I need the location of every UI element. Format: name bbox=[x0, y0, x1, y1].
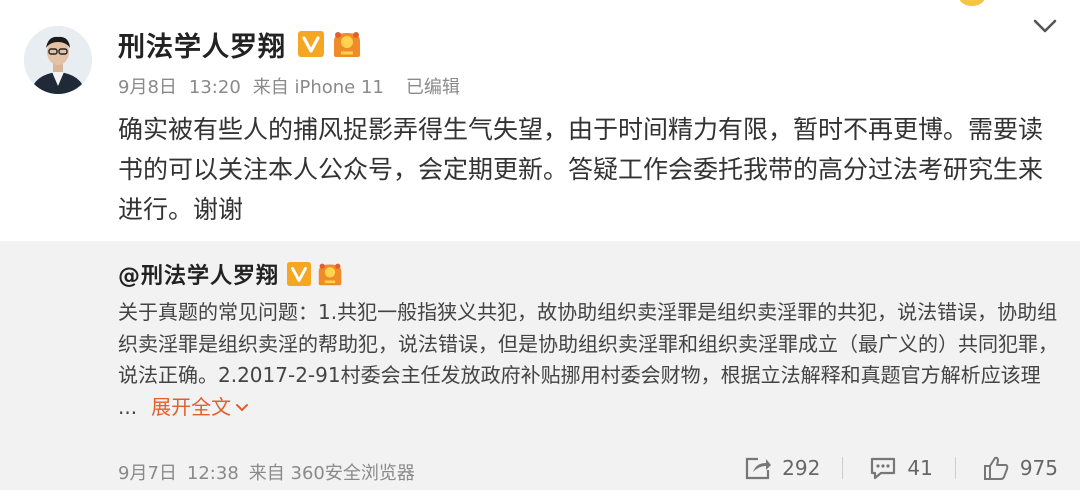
action-divider bbox=[954, 457, 956, 479]
chevron-down-icon bbox=[236, 404, 249, 412]
repost-source: 来自 360安全浏览器 bbox=[248, 463, 415, 484]
verified-v-icon bbox=[287, 262, 312, 286]
repost-button[interactable]: 292 bbox=[744, 455, 820, 481]
comment-icon bbox=[871, 457, 896, 480]
comment-button[interactable]: 41 bbox=[869, 455, 933, 481]
like-button[interactable]: 975 bbox=[982, 455, 1058, 481]
like-count: 975 bbox=[1019, 456, 1058, 480]
partial-emoji-decoration bbox=[959, 0, 985, 6]
comment-count: 41 bbox=[907, 456, 933, 480]
post-source: 来自 iPhone 11 bbox=[252, 77, 384, 98]
repost-time[interactable]: 12:38 bbox=[187, 463, 239, 484]
fan-badge-icon bbox=[318, 263, 342, 286]
repost-text: 关于真题的常见问题：1.共犯一般指狭义共犯，故协助组织卖淫罪是组织卖淫罪的共犯，… bbox=[118, 297, 1058, 423]
thumbs-up-icon bbox=[983, 456, 1009, 480]
avatar[interactable] bbox=[24, 26, 92, 94]
post-meta: 9月8日 13:20 来自 iPhone 11 已编辑 bbox=[118, 73, 472, 99]
repost-icon bbox=[746, 457, 772, 480]
fan-badge-icon bbox=[334, 32, 360, 57]
action-bar: 292 41 975 bbox=[718, 455, 1058, 481]
action-divider bbox=[842, 457, 844, 479]
repost-date[interactable]: 9月7日 bbox=[118, 463, 177, 484]
author-name[interactable]: 刑法学人罗翔 bbox=[118, 25, 286, 64]
post-header: 刑法学人罗翔 bbox=[118, 24, 364, 64]
edited-label[interactable]: 已编辑 bbox=[406, 77, 460, 98]
post-date[interactable]: 9月8日 bbox=[118, 77, 177, 98]
chevron-down-icon[interactable] bbox=[1032, 14, 1058, 38]
repost-count: 292 bbox=[782, 456, 821, 480]
post-text: 确实被有些人的捕风捉影弄得生气失望，由于时间精力有限，暂时不再更博。需要读书的可… bbox=[118, 115, 1044, 224]
post-time[interactable]: 13:20 bbox=[189, 77, 241, 98]
repost-meta: 9月7日 12:38 来自 360安全浏览器 bbox=[118, 459, 425, 485]
repost-header: @刑法学人罗翔 bbox=[118, 259, 345, 289]
expand-full-text-link[interactable]: 展开全文 bbox=[151, 395, 249, 419]
verified-v-icon bbox=[298, 31, 324, 57]
repost-body: 关于真题的常见问题：1.共犯一般指狭义共犯，故协助组织卖淫罪是组织卖淫罪的共犯，… bbox=[118, 300, 1058, 419]
repost-author-name[interactable]: @刑法学人罗翔 bbox=[118, 258, 279, 290]
repost-card[interactable]: @刑法学人罗翔 关于真题的常见问题：1.共犯一般指狭义共犯，故协助组织卖淫罪是组… bbox=[0, 241, 1080, 490]
expand-label[interactable]: 展开全文 bbox=[151, 395, 231, 419]
